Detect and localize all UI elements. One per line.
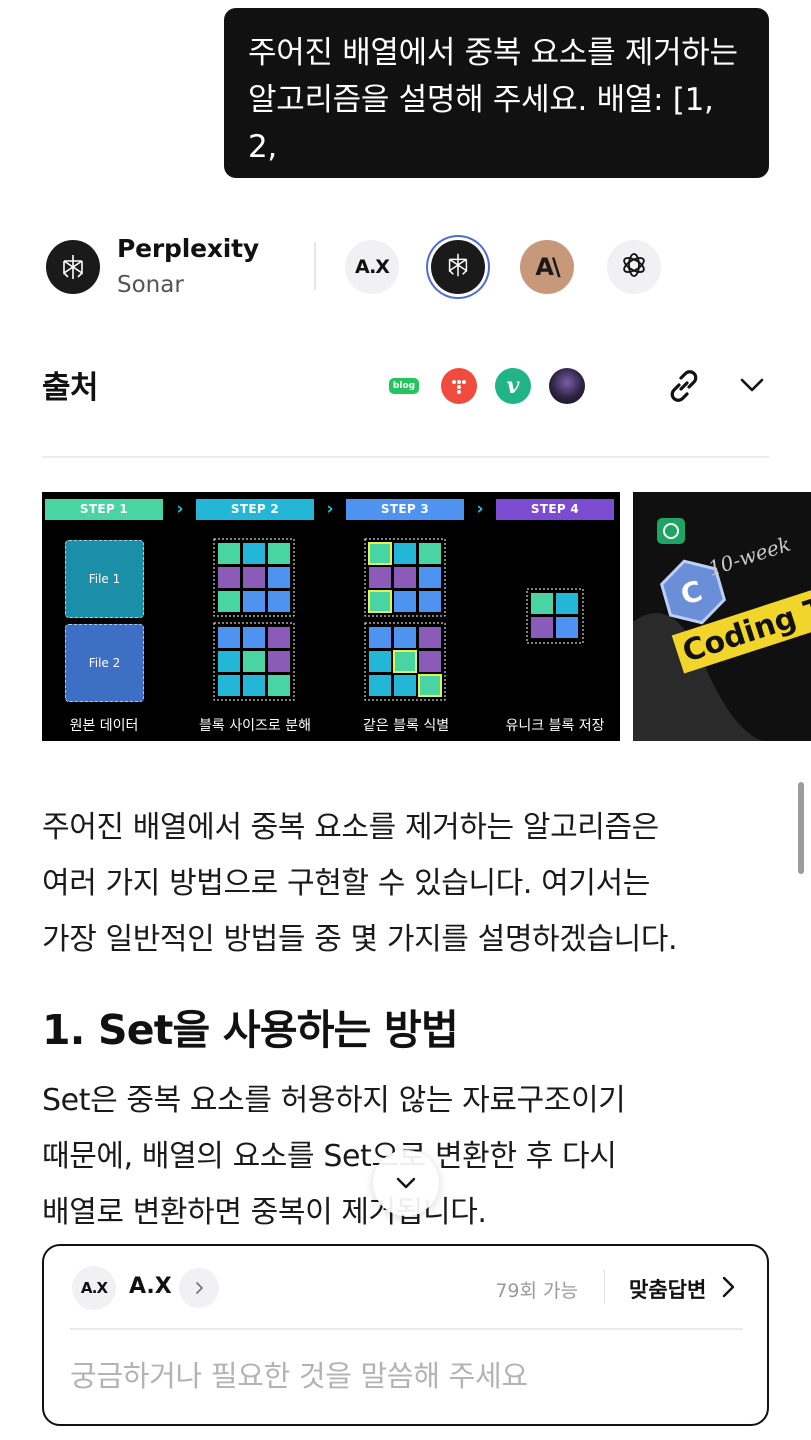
model-switch-label[interactable]: A.X — [129, 1274, 172, 1299]
remaining-count: 79회 가능 — [495, 1280, 578, 1302]
user-message-line: 알고리즘을 설명해 주세요. 배열: [1, 2, — [248, 82, 714, 165]
chevron-right-icon[interactable] — [717, 1274, 739, 1300]
divider — [70, 1328, 743, 1330]
model-chip-ax[interactable]: A.X — [345, 240, 399, 294]
source-image-steps[interactable]: STEP 1 › STEP 2 › STEP 3 › STEP 4 File 1… — [42, 492, 620, 741]
chevron-down-icon[interactable] — [737, 370, 767, 400]
step-caption: 원본 데이터 — [69, 718, 139, 734]
coding-banner-graphic: C Coding Te 10-week — [633, 492, 811, 741]
velog-icon: v — [506, 373, 520, 399]
tistory-icon — [452, 380, 466, 394]
ax-logo-text: A.X — [80, 1279, 108, 1297]
chat-input-panel: A.X A.X 79회 가능 맞춤답변 — [42, 1244, 769, 1426]
source-velog[interactable]: v — [495, 368, 531, 404]
text-line: 주어진 배열에서 중복 요소를 제거하는 알고리즘은 — [42, 810, 659, 845]
user-message-line: 3, 2, 4, 3, 5] — [248, 176, 434, 212]
sources-title: 출처 — [42, 370, 99, 406]
custom-answer-button[interactable]: 맞춤답변 — [629, 1274, 706, 1304]
model-chip-anthropic[interactable]: A\ — [520, 240, 574, 294]
openai-logo-icon — [618, 249, 650, 285]
source-tistory[interactable] — [441, 368, 477, 404]
link-icon[interactable] — [662, 364, 706, 408]
section-heading: 1. Set을 사용하는 방법 — [42, 1006, 459, 1054]
chevron-right-icon — [196, 1282, 203, 1294]
perplexity-logo-icon — [444, 251, 472, 283]
block-grid-graphic — [213, 538, 584, 701]
user-message-line: 주어진 배열에서 중복 요소를 제거하는 — [248, 35, 738, 71]
text-line: 가장 일반적인 방법들 중 몇 가지를 설명하겠습니다. — [42, 922, 678, 957]
sources-header: 출처 blog v — [42, 356, 769, 416]
model-switch-button[interactable] — [179, 1268, 219, 1308]
user-message-bubble: 주어진 배열에서 중복 요소를 제거하는 알고리즘을 설명해 주세요. 배열: … — [224, 8, 769, 212]
chevron-down-icon — [396, 1177, 416, 1189]
model-chip-perplexity[interactable] — [431, 240, 485, 294]
ax-logo-icon: A.X — [72, 1266, 116, 1310]
chat-input[interactable] — [70, 1354, 743, 1398]
perplexity-logo-icon — [46, 240, 100, 294]
model-selector-row: Perplexity Sonar A.X A\ — [44, 234, 764, 300]
step-caption: 같은 블록 식별 — [362, 718, 450, 734]
text-line: Set은 중복 요소를 허용하지 않는 자료구조이기 — [42, 1083, 626, 1118]
step-caption: 유니크 블록 저장 — [505, 718, 605, 734]
anthropic-logo-icon: A\ — [535, 253, 560, 281]
naver-blog-icon: blog — [388, 378, 420, 394]
text-line: 여러 가지 방법으로 구현할 수 있습니다. 여기서는 — [42, 866, 650, 901]
source-image-coding[interactable]: C Coding Te 10-week — [633, 492, 811, 741]
source-naver-blog[interactable]: blog — [386, 368, 422, 404]
model-name: Perplexity — [117, 234, 259, 263]
divider — [604, 1270, 605, 1304]
answer-intro: 주어진 배열에서 중복 요소를 제거하는 알고리즘은 여러 가지 방법으로 구현… — [42, 800, 782, 968]
model-chip-openai[interactable] — [607, 240, 661, 294]
divider — [314, 242, 316, 290]
scrollbar[interactable] — [798, 782, 804, 874]
scroll-down-button[interactable] — [373, 1150, 439, 1216]
step-caption: 블록 사이즈로 분해 — [199, 718, 311, 734]
model-variant: Sonar — [117, 272, 184, 298]
ax-logo-icon: A.X — [355, 256, 390, 278]
sources-divider — [42, 456, 769, 458]
source-avatar[interactable] — [549, 368, 585, 404]
